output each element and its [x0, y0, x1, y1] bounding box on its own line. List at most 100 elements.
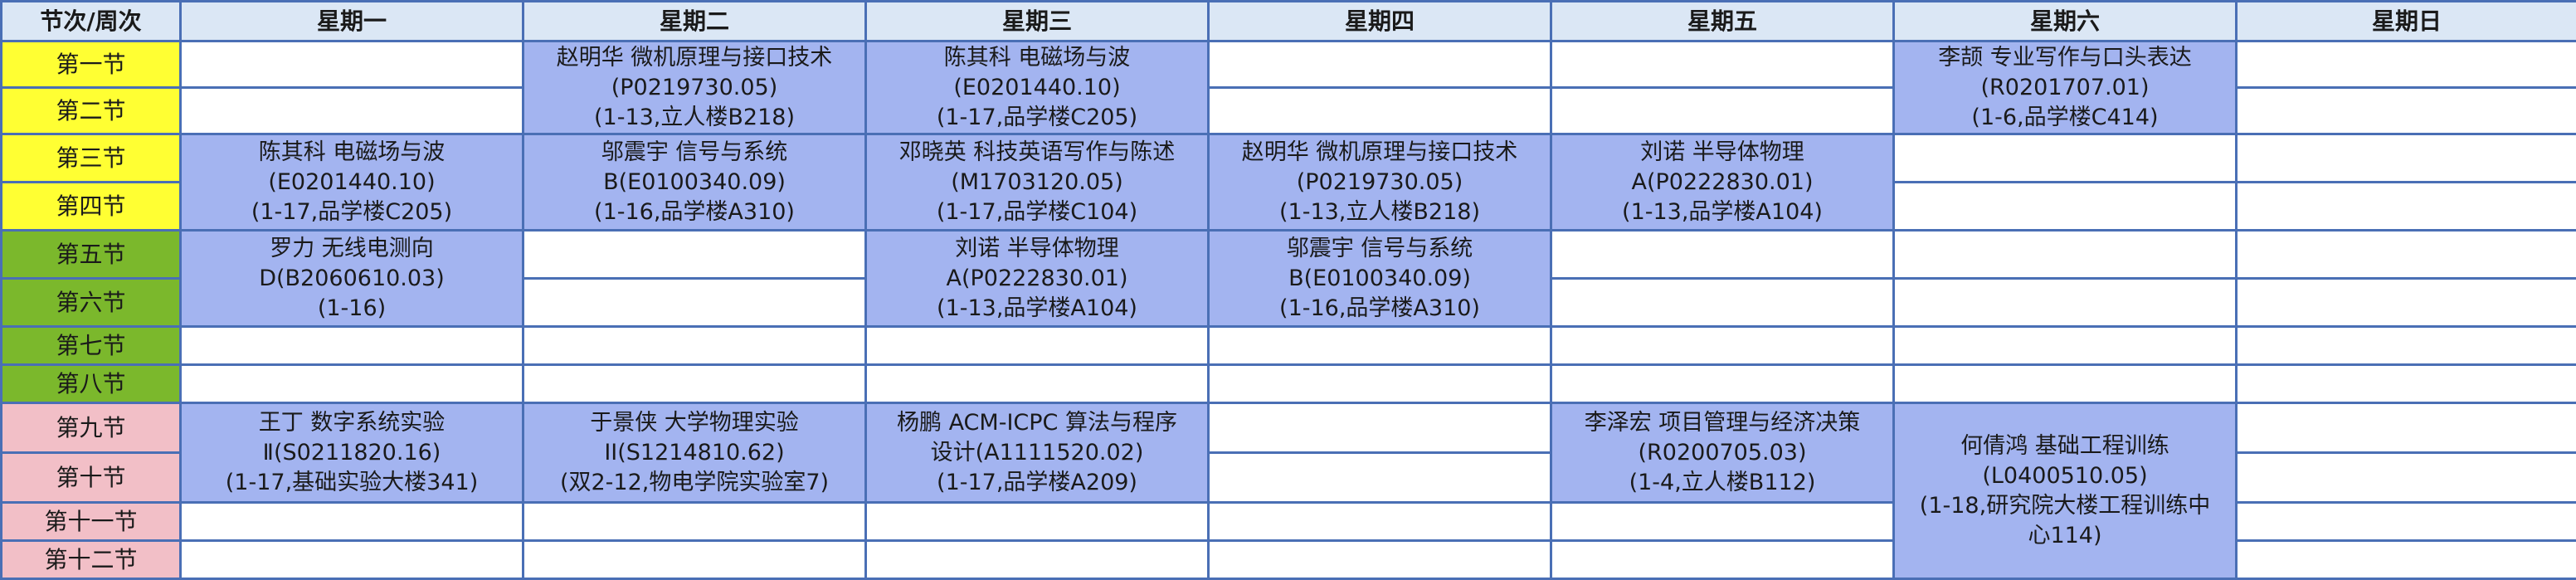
- course-cell[interactable]: 刘诺 半导体物理 A(P0222830.01) (1-13,品学楼A104): [866, 231, 1209, 327]
- empty-cell[interactable]: [2237, 88, 2576, 134]
- empty-cell[interactable]: [181, 88, 523, 134]
- empty-cell[interactable]: [181, 541, 523, 579]
- empty-cell[interactable]: [2237, 279, 2576, 327]
- empty-cell[interactable]: [523, 327, 866, 365]
- empty-cell[interactable]: [866, 541, 1209, 579]
- empty-cell[interactable]: [181, 503, 523, 541]
- period-row: 第七节: [2, 327, 2576, 365]
- period-label: 第四节: [2, 183, 181, 231]
- empty-cell[interactable]: [2237, 453, 2576, 503]
- course-code: II(S1214810.62): [529, 438, 859, 468]
- empty-cell[interactable]: [2237, 365, 2576, 403]
- empty-cell[interactable]: [1894, 327, 2237, 365]
- empty-cell[interactable]: [2237, 327, 2576, 365]
- empty-cell[interactable]: [1551, 279, 1894, 327]
- empty-cell[interactable]: [1209, 453, 1551, 503]
- empty-cell[interactable]: [181, 365, 523, 403]
- course-weeks-location: (1-16,品学楼A310): [529, 197, 859, 227]
- period-label: 第十一节: [2, 503, 181, 541]
- course-cell[interactable]: 刘诺 半导体物理 A(P0222830.01) (1-13,品学楼A104): [1551, 134, 1894, 231]
- empty-cell[interactable]: [1551, 365, 1894, 403]
- course-cell[interactable]: 李泽宏 项目管理与经济决策 (R0200705.03) (1-4,立人楼B112…: [1551, 403, 1894, 503]
- course-teacher-name: 刘诺 半导体物理: [872, 234, 1202, 264]
- empty-cell[interactable]: [2237, 183, 2576, 231]
- course-cell[interactable]: 邓晓英 科技英语写作与陈述 (M1703120.05) (1-17,品学楼C10…: [866, 134, 1209, 231]
- course-weeks-location: (1-6,品学楼C414): [1900, 103, 2230, 133]
- empty-cell[interactable]: [1894, 231, 2237, 279]
- empty-cell[interactable]: [1209, 327, 1551, 365]
- course-cell[interactable]: 陈其科 电磁场与波 (E0201440.10) (1-17,品学楼C205): [181, 134, 523, 231]
- empty-cell[interactable]: [1209, 503, 1551, 541]
- course-teacher-name: 罗力 无线电测向: [187, 234, 517, 264]
- course-code: D(B2060610.03): [187, 264, 517, 294]
- empty-cell[interactable]: [523, 365, 866, 403]
- empty-cell[interactable]: [1551, 41, 1894, 88]
- course-cell[interactable]: 于景侠 大学物理实验 II(S1214810.62) (双2-12,物电学院实验…: [523, 403, 866, 503]
- empty-cell[interactable]: [523, 541, 866, 579]
- empty-cell[interactable]: [2237, 41, 2576, 88]
- course-teacher-name: 陈其科 电磁场与波: [872, 43, 1202, 73]
- empty-cell[interactable]: [866, 503, 1209, 541]
- empty-cell[interactable]: [1209, 403, 1551, 453]
- course-cell[interactable]: 王丁 数字系统实验 Ⅱ(S0211820.16) (1-17,基础实验大楼341…: [181, 403, 523, 503]
- course-weeks-location: (1-17,品学楼A209): [872, 468, 1202, 498]
- empty-cell[interactable]: [523, 503, 866, 541]
- empty-cell[interactable]: [181, 41, 523, 88]
- course-teacher-name: 邬震宇 信号与系统: [529, 138, 859, 168]
- empty-cell[interactable]: [2237, 231, 2576, 279]
- empty-cell[interactable]: [1894, 183, 2237, 231]
- course-cell[interactable]: 赵明华 微机原理与接口技术 (P0219730.05) (1-13,立人楼B21…: [1209, 134, 1551, 231]
- empty-cell[interactable]: [1551, 231, 1894, 279]
- empty-cell[interactable]: [1551, 541, 1894, 579]
- empty-cell[interactable]: [2237, 134, 2576, 183]
- course-teacher-name: 杨鹏 ACM-ICPC 算法与程序: [872, 408, 1202, 438]
- course-teacher-name: 李泽宏 项目管理与经济决策: [1557, 408, 1887, 438]
- empty-cell[interactable]: [1209, 41, 1551, 88]
- course-weeks-location: (1-17,品学楼C205): [187, 197, 517, 227]
- empty-cell[interactable]: [2237, 403, 2576, 453]
- course-cell[interactable]: 罗力 无线电测向 D(B2060610.03) (1-16): [181, 231, 523, 327]
- course-cell[interactable]: 何倩鸿 基础工程训练 (L0400510.05) (1-18,研究院大楼工程训练…: [1894, 403, 2237, 579]
- empty-cell[interactable]: [1209, 88, 1551, 134]
- course-teacher-name: 于景侠 大学物理实验: [529, 408, 859, 438]
- course-code: (R0201707.01): [1900, 73, 2230, 103]
- empty-cell[interactable]: [523, 231, 866, 279]
- course-code: B(E0100340.09): [1215, 264, 1545, 294]
- course-code: 设计(A1111520.02): [872, 438, 1202, 468]
- period-label: 第六节: [2, 279, 181, 327]
- empty-cell[interactable]: [1209, 541, 1551, 579]
- course-cell[interactable]: 邬震宇 信号与系统 B(E0100340.09) (1-16,品学楼A310): [1209, 231, 1551, 327]
- course-code: (M1703120.05): [872, 168, 1202, 197]
- empty-cell[interactable]: [1894, 279, 2237, 327]
- empty-cell[interactable]: [181, 327, 523, 365]
- course-code: (P0219730.05): [529, 73, 859, 103]
- course-cell[interactable]: 赵明华 微机原理与接口技术 (P0219730.05) (1-13,立人楼B21…: [523, 41, 866, 134]
- day-header-friday: 星期五: [1551, 2, 1894, 41]
- period-label: 第八节: [2, 365, 181, 403]
- empty-cell[interactable]: [1551, 88, 1894, 134]
- course-weeks-location: (1-13,品学楼A104): [1557, 197, 1887, 227]
- course-cell[interactable]: 邬震宇 信号与系统 B(E0100340.09) (1-16,品学楼A310): [523, 134, 866, 231]
- period-row: 第三节 陈其科 电磁场与波 (E0201440.10) (1-17,品学楼C20…: [2, 134, 2576, 183]
- course-weeks-location: (1-13,立人楼B218): [1215, 197, 1545, 227]
- empty-cell[interactable]: [2237, 503, 2576, 541]
- period-row: 第八节: [2, 365, 2576, 403]
- course-cell[interactable]: 杨鹏 ACM-ICPC 算法与程序 设计(A1111520.02) (1-17,…: [866, 403, 1209, 503]
- course-cell[interactable]: 李颉 专业写作与口头表达 (R0201707.01) (1-6,品学楼C414): [1894, 41, 2237, 134]
- period-row: 第五节 罗力 无线电测向 D(B2060610.03) (1-16) 刘诺 半导…: [2, 231, 2576, 279]
- empty-cell[interactable]: [866, 327, 1209, 365]
- period-label: 第二节: [2, 88, 181, 134]
- course-code: (R0200705.03): [1557, 438, 1887, 468]
- empty-cell[interactable]: [523, 279, 866, 327]
- empty-cell[interactable]: [1894, 365, 2237, 403]
- empty-cell[interactable]: [1894, 134, 2237, 183]
- course-cell[interactable]: 陈其科 电磁场与波 (E0201440.10) (1-17,品学楼C205): [866, 41, 1209, 134]
- course-teacher-name: 赵明华 微机原理与接口技术: [529, 43, 859, 73]
- empty-cell[interactable]: [866, 365, 1209, 403]
- empty-cell[interactable]: [1551, 327, 1894, 365]
- course-weeks-location: (1-17,基础实验大楼341): [187, 468, 517, 498]
- period-label: 第十二节: [2, 541, 181, 579]
- empty-cell[interactable]: [1551, 503, 1894, 541]
- empty-cell[interactable]: [1209, 365, 1551, 403]
- empty-cell[interactable]: [2237, 541, 2576, 579]
